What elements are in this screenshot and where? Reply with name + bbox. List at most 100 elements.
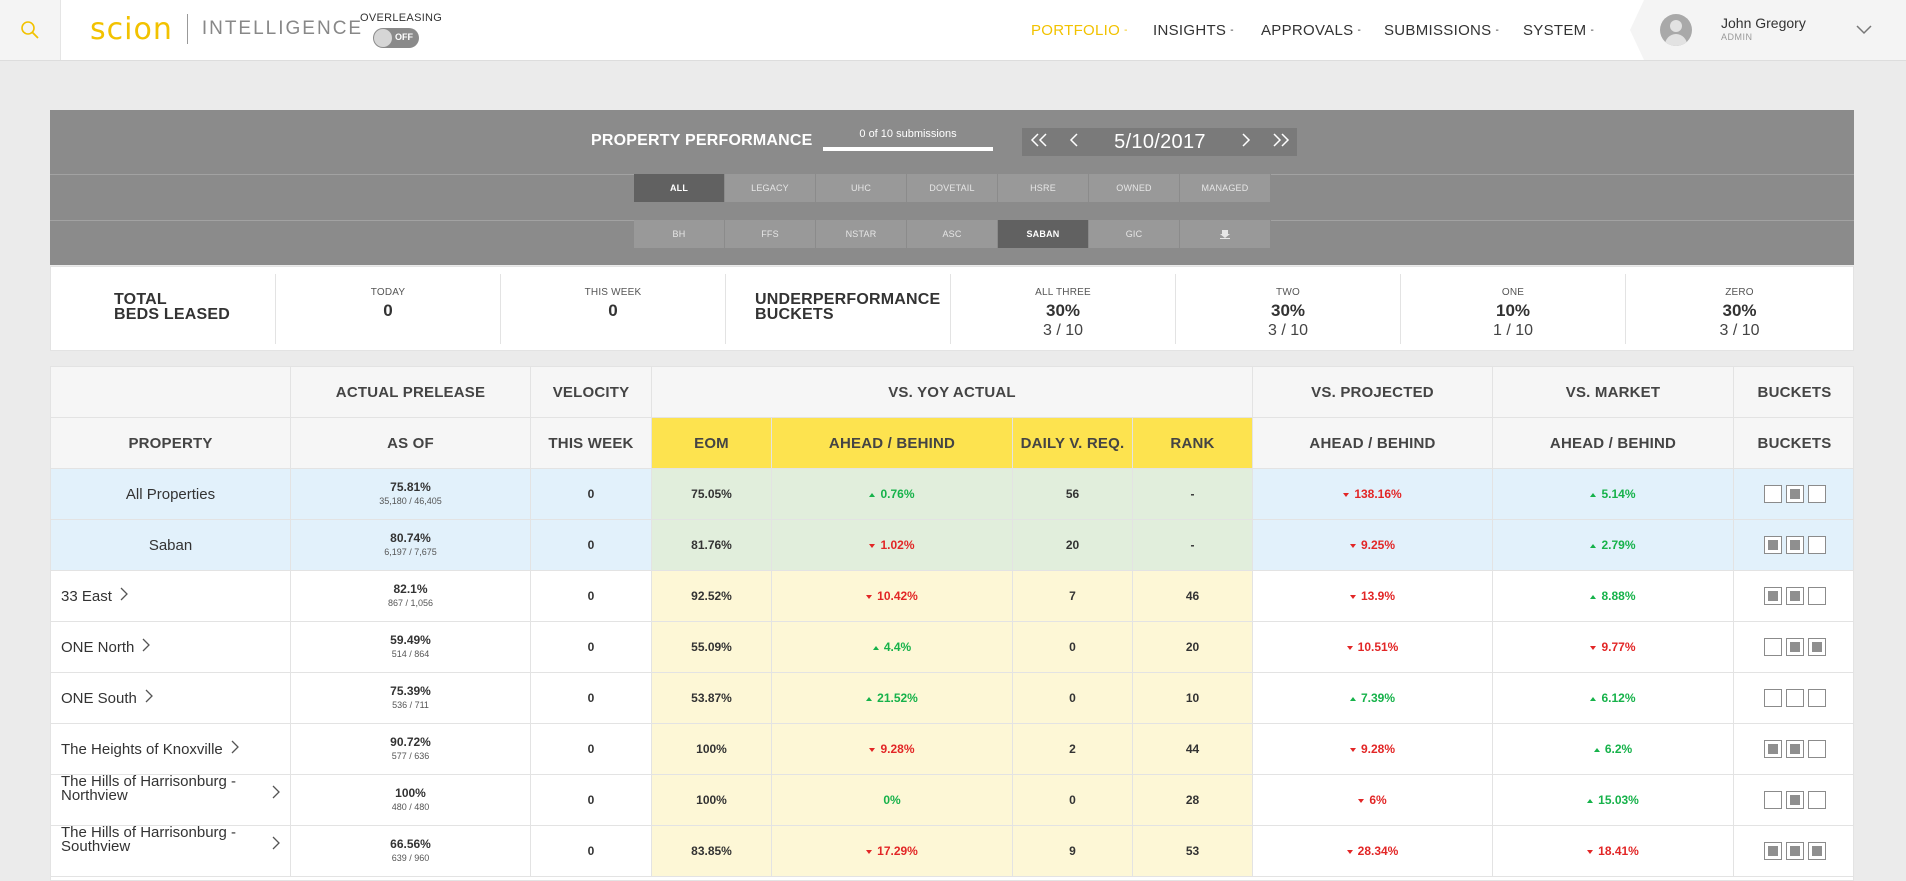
filter-hsre[interactable]: HSRE (998, 174, 1089, 202)
submissions-count[interactable]: 0 of 10 submissions (823, 128, 993, 140)
triangle-down-icon (1358, 798, 1365, 803)
bucket-empty (1763, 485, 1782, 503)
buckets-cell (1734, 724, 1853, 774)
triangle-up-icon (872, 645, 879, 650)
download-button[interactable] (1180, 220, 1271, 248)
search-button[interactable] (0, 0, 61, 60)
table-row[interactable]: The Hills of Harrisonburg - Southview 66.5… (51, 825, 1853, 877)
filter-uhc[interactable]: UHC (816, 174, 907, 202)
mkt-ahead-behind-cell: 2.79% (1493, 520, 1734, 570)
filter-owned[interactable]: OWNED (1089, 174, 1180, 202)
overleasing-label: OVERLEASING (360, 12, 443, 24)
last-date-button[interactable] (1262, 132, 1297, 153)
nav-submissions[interactable]: SUBMISSIONS - (1384, 0, 1499, 60)
nav-insights[interactable]: INSIGHTS - (1153, 0, 1234, 60)
col-header-daily-v-req[interactable]: DAILY V. REQ. (1013, 418, 1133, 468)
filter-nstar[interactable]: NSTAR (816, 220, 907, 248)
filter-legacy[interactable]: LEGACY (725, 174, 816, 202)
filter-managed[interactable]: MANAGED (1180, 174, 1271, 202)
col-header-yoy-ahead-behind[interactable]: AHEAD / BEHIND (772, 418, 1013, 468)
stat-today-label: TODAY (370, 287, 406, 298)
proj-ahead-behind-cell: 9.28% (1253, 724, 1493, 774)
next-date-button[interactable] (1230, 132, 1262, 153)
overleasing-control: OVERLEASING OFF (360, 12, 443, 48)
double-chevron-left-icon (1030, 132, 1047, 147)
triangle-up-icon (1587, 798, 1594, 803)
group-header-buckets: BUCKETS (1757, 383, 1832, 401)
bucket-filled (1785, 740, 1804, 758)
bucket-filled (1785, 536, 1804, 554)
table-row[interactable]: ONE North 59.49% 514 / 864 0 55.09% 4.4% 0 20 10… (51, 622, 1853, 673)
proj-ahead-behind-text: 28.34% (1357, 844, 1399, 858)
prelease-fraction: 577 / 636 (391, 751, 430, 761)
prelease-pct: 75.81% (390, 480, 431, 494)
bucket-empty (1763, 638, 1782, 656)
filter-all[interactable]: ALL (634, 174, 725, 202)
current-date[interactable]: 5/10/2017 (1090, 131, 1230, 154)
triangle-up-icon (1349, 696, 1356, 701)
daily-cell: 9 (1013, 826, 1133, 876)
property-name: ONE North (61, 638, 135, 656)
proj-ahead-behind-value: 13.9% (1349, 589, 1395, 603)
col-header-rank[interactable]: RANK (1133, 418, 1253, 468)
bucket-filled (1785, 791, 1804, 809)
user-name[interactable]: John Gregory (1721, 15, 1806, 31)
property-name-cell[interactable]: 33 East (51, 571, 291, 621)
yoy-ahead-behind-value: 1.02% (869, 538, 915, 552)
property-name-cell[interactable]: ONE North (51, 622, 291, 672)
prelease-cell: 75.81% 35,180 / 46,405 (291, 469, 531, 519)
col-header-as-of[interactable]: AS OF (291, 418, 531, 468)
chevron-right-icon[interactable] (120, 587, 128, 606)
prelease-pct: 90.72% (390, 735, 431, 749)
overleasing-toggle[interactable]: OFF (373, 28, 419, 48)
property-name-cell[interactable]: ONE South (51, 673, 291, 723)
col-header-property[interactable]: PROPERTY (51, 418, 291, 468)
col-header-eom[interactable]: EOM (652, 418, 772, 468)
col-header-mkt-ahead-behind[interactable]: AHEAD / BEHIND (1493, 418, 1734, 468)
chevron-right-icon[interactable] (142, 638, 151, 657)
chevron-right-icon[interactable] (272, 785, 280, 802)
nav-system[interactable]: SYSTEM - (1523, 0, 1594, 60)
property-name-cell[interactable]: The Hills of Harrisonburg - Northview (51, 774, 291, 825)
avatar[interactable] (1660, 14, 1692, 46)
yoy-ahead-behind-value: 4.4% (872, 640, 911, 654)
table-row[interactable]: ONE South 75.39% 536 / 711 0 53.87% 21.52% 0 10… (51, 673, 1853, 724)
col-header-buckets[interactable]: BUCKETS (1734, 418, 1853, 468)
filter-gic[interactable]: GIC (1089, 220, 1180, 248)
triangle-up-icon (869, 492, 876, 497)
table-row[interactable]: 33 East 82.1% 867 / 1,056 0 92.52% 10.42% 7 46 1… (51, 571, 1853, 622)
triangle-down-icon (1346, 849, 1353, 854)
filter-asc[interactable]: ASC (907, 220, 998, 248)
rank-cell: 10 (1133, 673, 1253, 723)
property-name-cell[interactable]: The Heights of Knoxville (51, 724, 291, 774)
filter-dovetail[interactable]: DOVETAIL (907, 174, 998, 202)
stat-week: THIS WEEK 0 (501, 274, 726, 344)
filter-bh[interactable]: BH (634, 220, 725, 248)
yoy-ahead-behind-value: 0.76% (869, 487, 915, 501)
nav-approvals[interactable]: APPROVALS - (1261, 0, 1361, 60)
table-row[interactable]: The Hills of Harrisonburg - Northview 100%… (51, 774, 1853, 826)
mkt-ahead-behind-text: 8.88% (1601, 589, 1636, 603)
first-date-button[interactable] (1022, 132, 1058, 153)
chevron-right-icon[interactable] (272, 836, 280, 853)
col-header-proj-ahead-behind[interactable]: AHEAD / BEHIND (1253, 418, 1493, 468)
chevron-down-icon[interactable] (1855, 20, 1873, 38)
property-name-cell[interactable]: The Hills of Harrisonburg - Southview (51, 825, 291, 876)
col-header-this-week[interactable]: THIS WEEK (531, 418, 652, 468)
filter-saban[interactable]: SABAN (998, 220, 1089, 248)
table-row[interactable]: The Heights of Knoxville 90.72% 577 / 636 0… (51, 724, 1853, 775)
app-logo[interactable]: scion INTELLIGENCE (90, 11, 363, 47)
table-column-header: PROPERTY AS OF THIS WEEK EOM AHEAD / BEH… (51, 418, 1853, 469)
nav-submissions-label: SUBMISSIONS (1384, 21, 1492, 39)
total-beds-line1: TOTAL (114, 291, 167, 308)
filter-ffs[interactable]: FFS (725, 220, 816, 248)
chevron-right-icon[interactable] (231, 740, 239, 759)
chevron-right-icon[interactable] (145, 689, 153, 708)
mkt-ahead-behind-value: 15.03% (1587, 793, 1639, 807)
bucket-indicators (1763, 485, 1826, 503)
triangle-down-icon (869, 747, 876, 752)
nav-portfolio[interactable]: PORTFOLIO - (1031, 0, 1128, 60)
prev-date-button[interactable] (1058, 132, 1090, 153)
prelease-pct: 80.74% (390, 531, 431, 545)
mkt-ahead-behind-cell: 5.14% (1493, 469, 1734, 519)
